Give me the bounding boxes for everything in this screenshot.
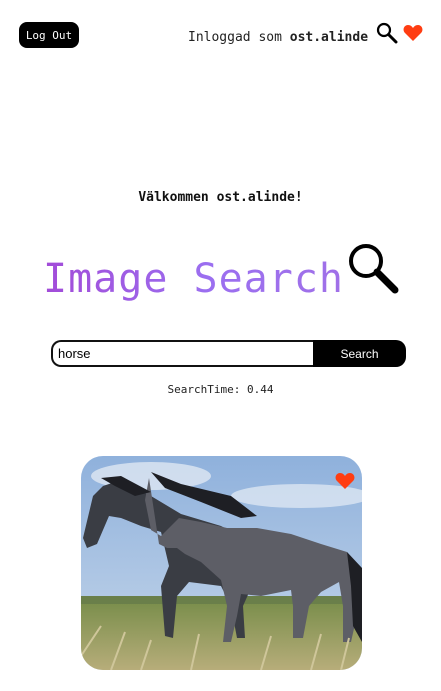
search-time-label: SearchTime:	[167, 383, 241, 396]
search-time-value: 0.44	[246, 383, 274, 396]
logged-in-status: Inloggad som ost.alinde	[188, 30, 368, 45]
search-button[interactable]: Search	[313, 340, 406, 367]
search-time: SearchTime: 0.44	[0, 383, 441, 396]
heart-icon[interactable]	[403, 24, 423, 42]
result-card[interactable]	[81, 456, 362, 670]
logged-in-label: Inloggad som	[188, 30, 282, 45]
logout-button[interactable]: Log Out	[19, 22, 79, 48]
username: ost.alinde	[289, 30, 369, 45]
welcome-message: Välkommen ost.alinde!	[138, 190, 303, 205]
search-icon	[349, 244, 399, 294]
search-form: Search	[51, 340, 406, 367]
page-title: Image Search	[43, 256, 344, 302]
search-icon[interactable]	[376, 22, 398, 44]
search-input[interactable]	[51, 340, 322, 367]
heart-icon[interactable]	[335, 472, 355, 490]
result-image[interactable]	[81, 456, 362, 670]
